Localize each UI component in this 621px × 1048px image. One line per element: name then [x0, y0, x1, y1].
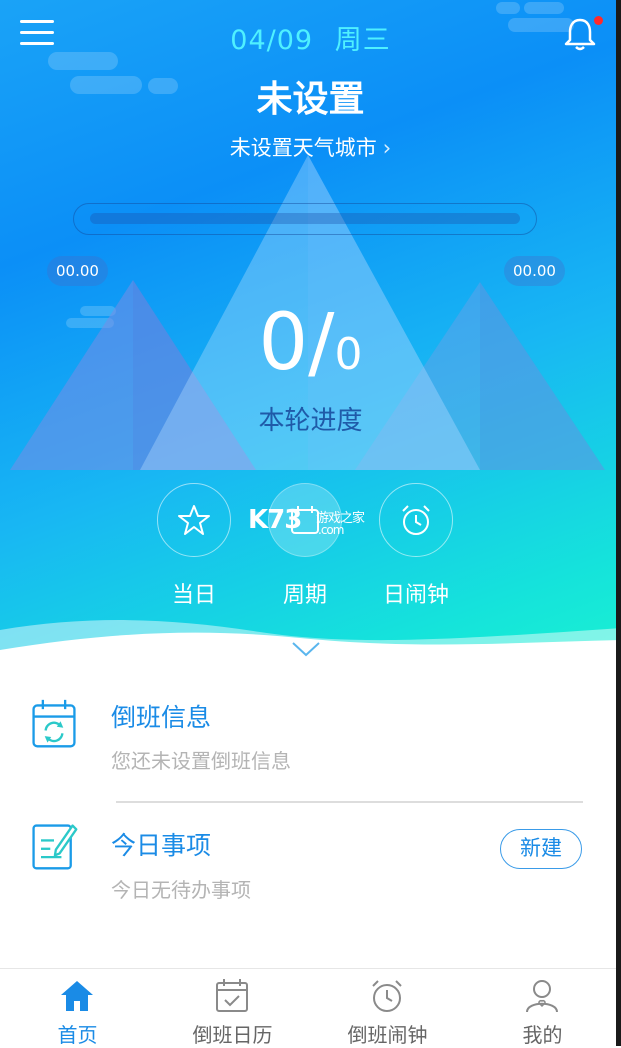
progress-track [73, 203, 537, 235]
new-item-button[interactable]: 新建 [500, 829, 582, 869]
mode-cycle-label: 周期 [282, 583, 327, 608]
today-items-subtitle: 今日无待办事项 [111, 878, 251, 902]
weekday-text: 周三 [334, 25, 391, 56]
round-slash: / [308, 298, 335, 388]
note-edit-icon [32, 824, 78, 870]
screen-edge [616, 0, 621, 1046]
calendar-sync-icon [32, 699, 76, 748]
alarm-icon [372, 980, 402, 1012]
divider [116, 801, 583, 803]
round-current: 0 [258, 298, 309, 388]
progress-right-value: 00.00 [504, 256, 565, 286]
home-icon [61, 981, 93, 1011]
today-items-title: 今日事项 [111, 831, 212, 860]
progress-bar [90, 213, 520, 224]
tab-profile[interactable]: 我的 [465, 969, 620, 1047]
tab-shift-calendar-label: 倒班日历 [192, 1023, 273, 1047]
date-display: 04/09 周三 [0, 18, 621, 57]
tab-profile-label: 我的 [522, 1023, 563, 1047]
tab-shift-calendar[interactable]: 倒班日历 [155, 969, 310, 1047]
weather-city-link[interactable]: 未设置天气城市 › [0, 132, 621, 162]
watermark-brand: K73 [248, 505, 302, 535]
mode-daily-button[interactable] [157, 483, 231, 557]
chevron-right-icon: › [382, 136, 392, 160]
watermark-domain: .com [318, 523, 344, 537]
tab-home-label: 首页 [57, 1023, 98, 1047]
round-counter: 0/0 [0, 298, 621, 388]
date-text: 04/09 [230, 25, 314, 56]
expand-button[interactable] [290, 640, 322, 658]
user-icon [526, 980, 558, 1013]
mode-daily-label: 当日 [171, 583, 216, 608]
shift-info-card[interactable]: 倒班信息 您还未设置倒班信息 [0, 690, 621, 790]
round-total: 0 [334, 329, 363, 380]
star-icon [178, 505, 210, 535]
round-progress-label: 本轮进度 [258, 406, 363, 436]
weather-city-label: 未设置天气城市 [229, 136, 377, 160]
mode-alarm-button[interactable] [379, 483, 453, 557]
tab-shift-alarm[interactable]: 倒班闹钟 [310, 969, 465, 1047]
chevron-down-icon [292, 642, 320, 657]
alarm-clock-icon [402, 505, 430, 535]
tab-home[interactable]: 首页 [0, 969, 155, 1047]
progress-left-value: 00.00 [47, 256, 108, 286]
watermark-logo: K73 游戏之家 .com [248, 505, 378, 539]
tab-shift-alarm-label: 倒班闹钟 [347, 1023, 428, 1047]
page-title: 未设置 [256, 79, 365, 120]
shift-info-title: 倒班信息 [111, 703, 212, 732]
notification-dot [594, 16, 603, 25]
shift-info-subtitle: 您还未设置倒班信息 [111, 749, 291, 773]
bottom-tab-bar: 首页 倒班日历 倒班闹钟 我的 [0, 968, 621, 1047]
calendar-check-icon [216, 979, 248, 1012]
mode-alarm-label: 日闹钟 [382, 583, 449, 608]
